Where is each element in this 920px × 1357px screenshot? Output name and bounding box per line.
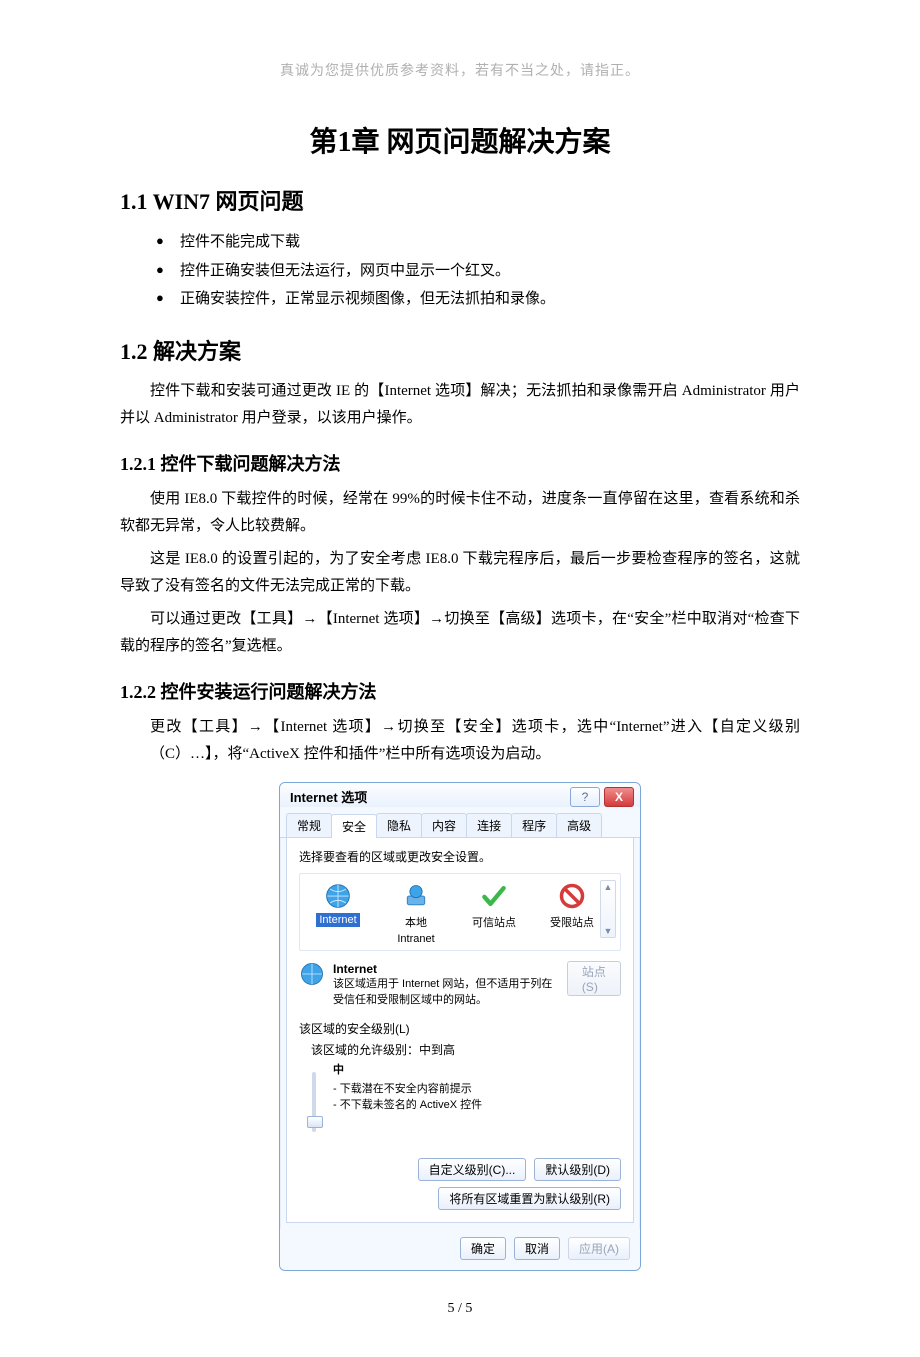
document-page: 真诚为您提供优质参考资料，若有不当之处，请指正。 第1章 网页问题解决方案 1.… [0, 0, 920, 1357]
tab-programs[interactable]: 程序 [511, 813, 557, 837]
reset-all-button[interactable]: 将所有区域重置为默认级别(R) [438, 1187, 621, 1210]
zone-description-body: 该区域适用于 Internet 网站，但不适用于列在受信任和受限制区域中的网站。 [333, 977, 559, 1008]
paragraph: 可以通过更改【工具】→【Internet 选项】→切换至【高级】选项卡，在“安全… [120, 606, 800, 660]
dialog-footer: 确定 取消 应用(A) [280, 1229, 640, 1270]
close-button[interactable]: X [604, 787, 634, 807]
section-1-2-1-heading: 1.2.1 控件下载问题解决方法 [120, 450, 800, 476]
check-icon [480, 882, 508, 910]
zone-label: 本地 [402, 913, 430, 931]
sites-button[interactable]: 站点(S) [567, 961, 621, 996]
zone-label: Internet [316, 913, 359, 927]
zone-trusted[interactable]: 可信站点 [464, 882, 524, 931]
security-level-heading: 该区域的安全级别(L) [299, 1020, 621, 1037]
list-item: 控件正确安装但无法运行，网页中显示一个红叉。 [180, 257, 800, 286]
zone-description-title: Internet [333, 961, 559, 978]
allowed-levels: 该区域的允许级别：中到高 [299, 1041, 621, 1058]
zone-instruction: 选择要查看的区域或更改安全设置。 [299, 848, 621, 865]
intranet-icon [402, 882, 430, 910]
chapter-title: 第1章 网页问题解决方案 [120, 120, 800, 160]
globe-icon [324, 882, 352, 910]
dialog-body: 选择要查看的区域或更改安全设置。 Internet 本地 Intranet [286, 838, 634, 1224]
dialog-title: Internet 选项 [290, 787, 367, 806]
dialog-tabs: 常规 安全 隐私 内容 连接 程序 高级 [280, 807, 640, 838]
security-level-section: 该区域的安全级别(L) 该区域的允许级别：中到高 中 - 下载潜在不安全内容前提… [299, 1020, 621, 1210]
ok-button[interactable]: 确定 [460, 1237, 506, 1260]
section-1-2-heading: 1.2 解决方案 [120, 334, 800, 366]
level-note: - 下载潜在不安全内容前提示 [333, 1081, 482, 1098]
reset-row: 将所有区域重置为默认级别(R) [299, 1187, 621, 1210]
dialog-titlebar: Internet 选项 ? X [280, 783, 640, 807]
level-buttons-row: 自定义级别(C)... 默认级别(D) [299, 1158, 621, 1181]
scrollbar[interactable]: ▲▼ [600, 880, 616, 938]
zone-sublabel: Intranet [394, 932, 437, 946]
section-1-2-intro: 控件下载和安装可通过更改 IE 的【Internet 选项】解决；无法抓拍和录像… [120, 378, 800, 432]
level-note: - 不下载未签名的 ActiveX 控件 [333, 1097, 482, 1114]
help-button[interactable]: ? [570, 787, 600, 807]
current-level: 中 [333, 1062, 482, 1079]
paragraph: 使用 IE8.0 下载控件的时候，经常在 99%的时候卡住不动，进度条一直停留在… [120, 486, 800, 540]
page-number: 5 / 5 [120, 1301, 800, 1317]
zone-restricted[interactable]: 受限站点 [542, 882, 602, 931]
prohibit-icon [558, 882, 586, 910]
globe-icon [299, 961, 325, 987]
section-1-2-2-heading: 1.2.2 控件安装运行问题解决方法 [120, 678, 800, 704]
zone-label: 受限站点 [547, 913, 597, 931]
tab-privacy[interactable]: 隐私 [376, 813, 422, 837]
zone-description-text: Internet 该区域适用于 Internet 网站，但不适用于列在受信任和受… [333, 961, 559, 1009]
zone-label: 可信站点 [469, 913, 519, 931]
window-buttons: ? X [570, 787, 634, 807]
default-level-button[interactable]: 默认级别(D) [534, 1158, 621, 1181]
section-1-1-heading: 1.1 WIN7 网页问题 [120, 184, 800, 216]
security-level-text: 中 - 下载潜在不安全内容前提示 - 不下载未签名的 ActiveX 控件 [333, 1062, 482, 1114]
internet-options-dialog: Internet 选项 ? X 常规 安全 隐私 内容 连接 程序 高级 选择要… [279, 782, 641, 1272]
security-slider[interactable] [307, 1062, 321, 1132]
tab-advanced[interactable]: 高级 [556, 813, 602, 837]
section-1-1-list: 控件不能完成下载 控件正确安装但无法运行，网页中显示一个红叉。 正确安装控件，正… [120, 228, 800, 314]
list-item: 正确安装控件，正常显示视频图像，但无法抓拍和录像。 [180, 285, 800, 314]
zone-internet[interactable]: Internet [308, 882, 368, 927]
apply-button[interactable]: 应用(A) [568, 1237, 630, 1260]
security-slider-row: 中 - 下载潜在不安全内容前提示 - 不下载未签名的 ActiveX 控件 [299, 1062, 621, 1132]
tab-general[interactable]: 常规 [286, 813, 332, 837]
tab-connections[interactable]: 连接 [466, 813, 512, 837]
header-note: 真诚为您提供优质参考资料，若有不当之处，请指正。 [120, 60, 800, 80]
tab-content[interactable]: 内容 [421, 813, 467, 837]
tab-security[interactable]: 安全 [331, 814, 377, 838]
custom-level-button[interactable]: 自定义级别(C)... [418, 1158, 527, 1181]
security-zones: Internet 本地 Intranet 可信站点 [299, 873, 621, 951]
paragraph: 更改【工具】→【Internet 选项】→切换至【安全】选项卡，选中“Inter… [120, 714, 800, 768]
zone-description: Internet 该区域适用于 Internet 网站，但不适用于列在受信任和受… [299, 961, 621, 1009]
cancel-button[interactable]: 取消 [514, 1237, 560, 1260]
list-item: 控件不能完成下载 [180, 228, 800, 257]
paragraph: 这是 IE8.0 的设置引起的，为了安全考虑 IE8.0 下载完程序后，最后一步… [120, 546, 800, 600]
dialog-screenshot: Internet 选项 ? X 常规 安全 隐私 内容 连接 程序 高级 选择要… [120, 782, 800, 1272]
zone-intranet[interactable]: 本地 Intranet [386, 882, 446, 946]
